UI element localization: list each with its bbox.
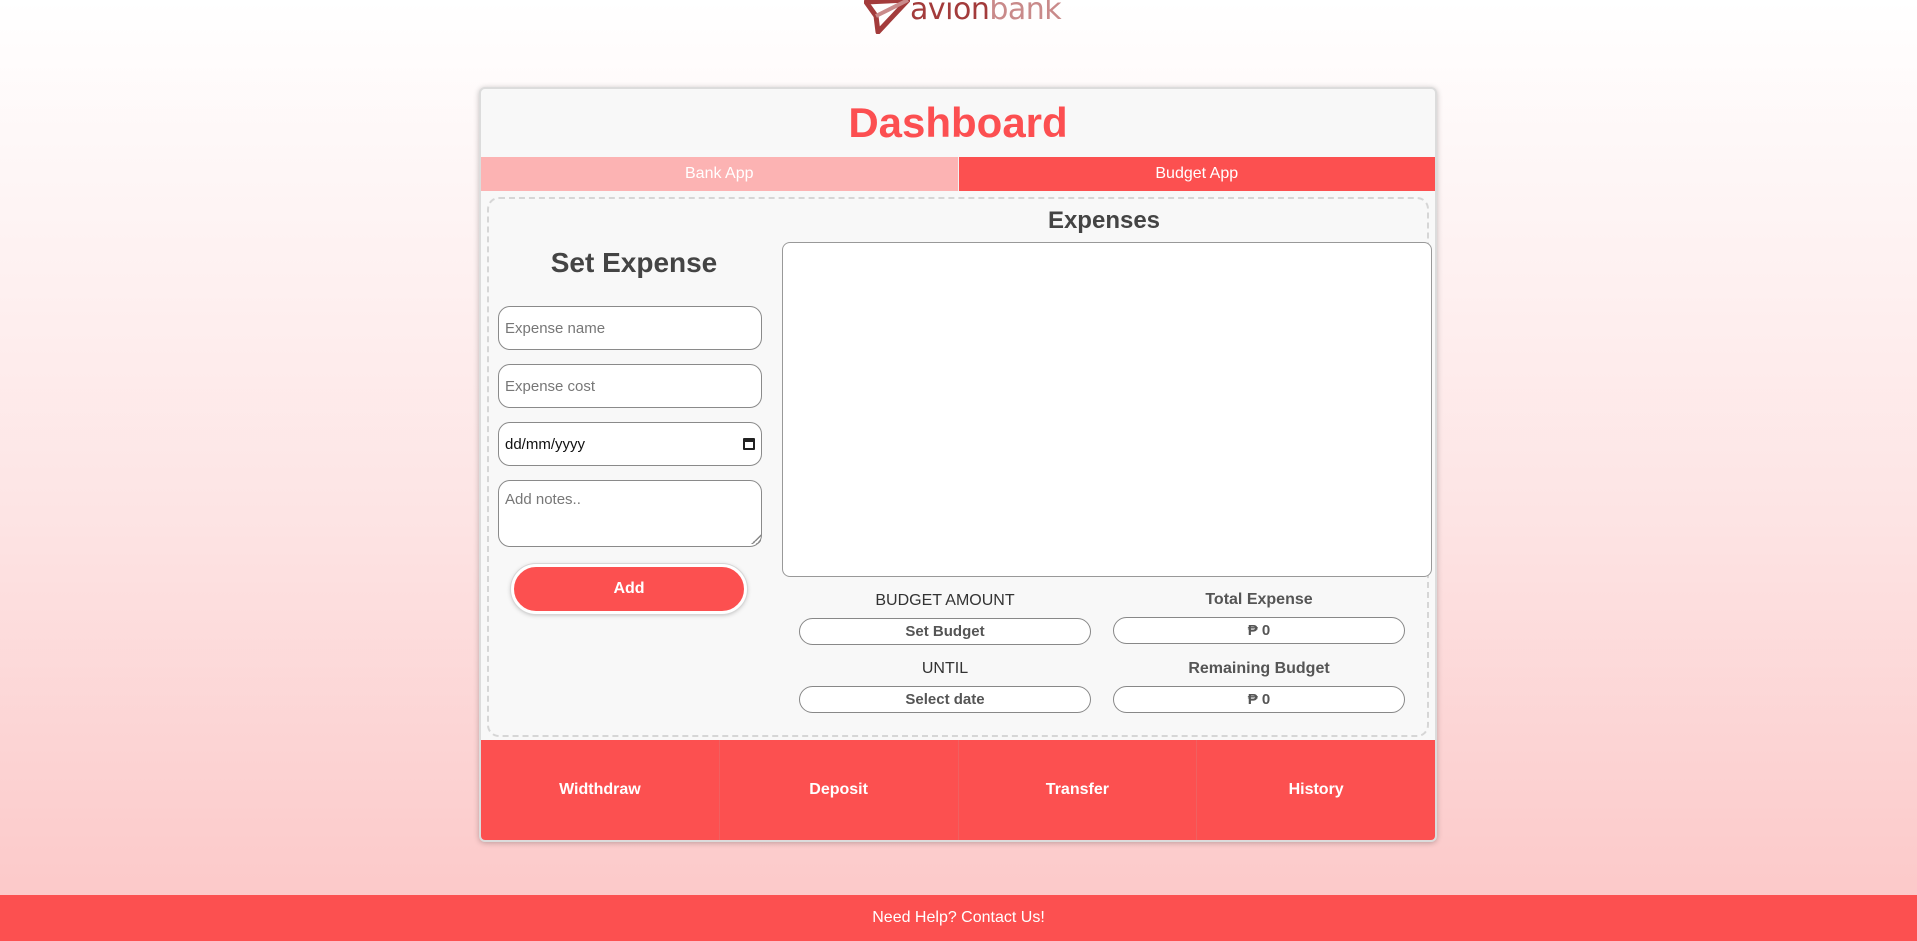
select-date-button[interactable]: Select date	[799, 686, 1091, 713]
expense-notes-input[interactable]	[498, 480, 762, 547]
add-expense-button[interactable]: Add	[511, 564, 747, 614]
until-label: UNTIL	[921, 660, 969, 677]
set-expense-heading: Set Expense	[550, 247, 718, 278]
brand-name-part2: bank	[989, 0, 1062, 27]
deposit-button[interactable]: Deposit	[720, 740, 959, 840]
calendar-icon[interactable]	[743, 438, 755, 450]
remaining-budget-label: Remaining Budget	[1188, 660, 1330, 677]
expense-date-input[interactable]: dd/mm/yyyy	[498, 422, 762, 466]
expenses-list[interactable]	[782, 242, 1432, 577]
total-expense-value: ₱ 0	[1113, 617, 1405, 644]
tab-budget-app[interactable]: Budget App	[957, 157, 1435, 191]
total-expense-label: Total Expense	[1205, 591, 1313, 608]
remaining-budget-value: ₱ 0	[1113, 686, 1405, 713]
expenses-heading: Expenses	[1047, 207, 1161, 234]
contact-us-link[interactable]: Need Help? Contact Us!	[0, 895, 1917, 941]
paper-plane-icon	[864, 0, 910, 34]
tab-bank-app[interactable]: Bank App	[481, 157, 958, 191]
transfer-button[interactable]: Transfer	[959, 740, 1198, 840]
brand-name: avionbank	[910, 0, 1062, 27]
budget-panel: Set Expense dd/mm/yyyy Add Expenses BUDG…	[487, 197, 1432, 737]
expense-cost-input[interactable]	[498, 364, 762, 408]
page-title: Dashboard	[848, 99, 1068, 146]
expenses-section: Expenses BUDGET AMOUNT Set Budget Total …	[779, 199, 1432, 735]
set-budget-button[interactable]: Set Budget	[799, 618, 1091, 645]
expense-date-value: dd/mm/yyyy	[505, 435, 586, 453]
brand-name-part1: avion	[910, 0, 990, 27]
app-tabs: Bank App Budget App	[481, 157, 1435, 191]
expense-name-input[interactable]	[498, 306, 762, 350]
budget-amount-label: BUDGET AMOUNT	[875, 592, 1015, 609]
withdraw-button[interactable]: Widthdraw	[481, 740, 720, 840]
history-button[interactable]: History	[1197, 740, 1435, 840]
dashboard-card: Dashboard Bank App Budget App Set Expens…	[479, 87, 1437, 842]
action-bar: Widthdraw Deposit Transfer History	[481, 740, 1435, 840]
resize-grip-icon[interactable]	[751, 534, 761, 544]
set-expense-form: Set Expense dd/mm/yyyy Add	[489, 199, 779, 735]
brand-logo: avionbank	[864, 0, 1062, 34]
